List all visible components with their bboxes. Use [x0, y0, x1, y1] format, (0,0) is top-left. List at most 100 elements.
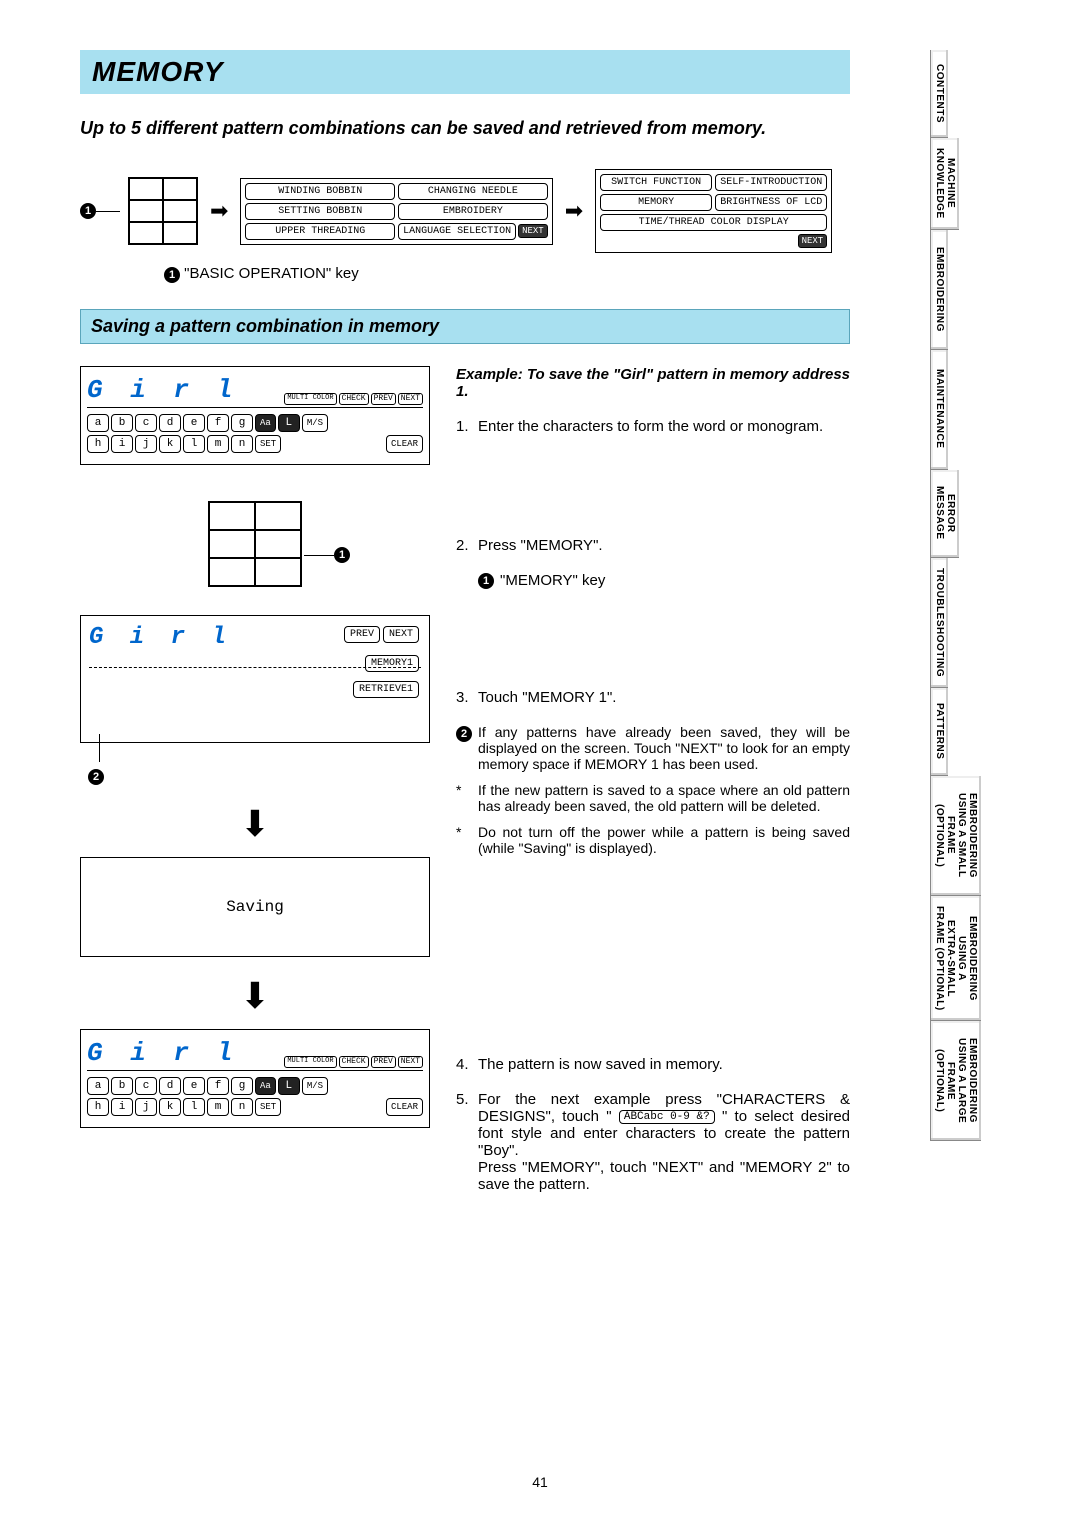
- key-n[interactable]: n: [231, 435, 253, 453]
- key-m[interactable]: m: [207, 1098, 229, 1116]
- prev-button[interactable]: PREV: [371, 1056, 396, 1068]
- prev-button[interactable]: PREV: [371, 393, 396, 405]
- tab-embroidering-small[interactable]: EMBROIDERING USING A SMALL FRAME (OPTION…: [930, 776, 981, 896]
- key-aa[interactable]: Aa: [255, 414, 276, 432]
- tab-patterns[interactable]: PATTERNS: [930, 688, 948, 776]
- next-button[interactable]: NEXT: [398, 1056, 423, 1068]
- tab-embroidering-xsmall[interactable]: EMBROIDERING USING A EXTRA-SMALL FRAME (…: [930, 896, 981, 1022]
- setting-bobbin-button[interactable]: SETTING BOBBIN: [245, 203, 395, 220]
- step-1: 1. Enter the characters to form the word…: [456, 418, 850, 435]
- note-saved-patterns: 2 If any patterns have already been save…: [456, 724, 850, 772]
- embroidery-button[interactable]: EMBROIDERY: [398, 203, 548, 220]
- key-i[interactable]: i: [111, 435, 133, 453]
- upper-threading-button[interactable]: UPPER THREADING: [245, 223, 395, 240]
- key-j[interactable]: j: [135, 1098, 157, 1116]
- step-text: Touch "MEMORY 1".: [478, 689, 850, 706]
- memory-key-area: 1: [80, 501, 430, 587]
- next-button[interactable]: NEXT: [383, 626, 419, 643]
- key-clear[interactable]: CLEAR: [386, 1098, 423, 1116]
- title-band: MEMORY: [80, 50, 850, 94]
- tab-maintenance[interactable]: MAINTENANCE: [930, 350, 948, 470]
- key-g[interactable]: g: [231, 1077, 253, 1095]
- tab-troubleshooting[interactable]: TROUBLESHOOTING: [930, 558, 948, 688]
- step-num: 2.: [456, 537, 478, 554]
- winding-bobbin-button[interactable]: WINDING BOBBIN: [245, 183, 395, 200]
- key-n[interactable]: n: [231, 1098, 253, 1116]
- tab-contents[interactable]: CONTENTS: [930, 50, 948, 138]
- key-j[interactable]: j: [135, 435, 157, 453]
- char-entry-screen-1: G i r l MULTI COLOR CHECK PREV NEXT a b …: [80, 366, 430, 465]
- retrieve1-button[interactable]: RETRIEVE1: [353, 681, 419, 698]
- key-size-ms[interactable]: M/S: [302, 1077, 328, 1095]
- key-h[interactable]: h: [87, 1098, 109, 1116]
- side-tabs: CONTENTS MACHINE KNOWLEDGE EMBROIDERING …: [930, 50, 1080, 1141]
- key-d[interactable]: d: [159, 414, 181, 432]
- basic-op-keygrid: [128, 177, 198, 245]
- tab-error-message[interactable]: ERROR MESSAGE: [930, 470, 959, 558]
- key-row-a: a b c d e f g Aa L M/S: [87, 1077, 423, 1095]
- brightness-button[interactable]: BRIGHTNESS OF LCD: [715, 194, 827, 211]
- key-aa[interactable]: Aa: [255, 1077, 276, 1095]
- key-l[interactable]: l: [183, 435, 205, 453]
- tab-embroidering[interactable]: EMBROIDERING: [930, 230, 948, 350]
- next-button-2[interactable]: NEXT: [798, 234, 828, 248]
- tab-machine-knowledge[interactable]: MACHINE KNOWLEDGE: [930, 138, 959, 230]
- key-b[interactable]: b: [111, 414, 133, 432]
- memory-button[interactable]: MEMORY: [600, 194, 712, 211]
- step-num: 4.: [456, 1056, 478, 1073]
- girl-pattern-text: G i r l: [87, 1038, 238, 1068]
- next-button[interactable]: NEXT: [398, 393, 423, 405]
- basic-operation-label: "BASIC OPERATION" key: [184, 265, 359, 282]
- multi-color-button[interactable]: MULTI COLOR: [284, 1056, 336, 1068]
- abc-font-button[interactable]: ABCabc 0-9 &?: [619, 1110, 715, 1124]
- key-e[interactable]: e: [183, 414, 205, 432]
- step-3: 3. Touch "MEMORY 1".: [456, 689, 850, 706]
- key-m[interactable]: m: [207, 435, 229, 453]
- key-c[interactable]: c: [135, 414, 157, 432]
- key-size-l[interactable]: L: [278, 414, 300, 432]
- arrow-right-icon: ➡: [210, 198, 228, 224]
- key-d[interactable]: d: [159, 1077, 181, 1095]
- time-thread-button[interactable]: TIME/THREAD COLOR DISPLAY: [600, 214, 827, 231]
- key-i[interactable]: i: [111, 1098, 133, 1116]
- key-k[interactable]: k: [159, 435, 181, 453]
- key-f[interactable]: f: [207, 414, 229, 432]
- note-power: * Do not turn off the power while a patt…: [456, 824, 850, 856]
- key-row-b: h i j k l m n SET CLEAR: [87, 435, 423, 453]
- self-introduction-button[interactable]: SELF-INTRODUCTION: [715, 174, 827, 191]
- key-h[interactable]: h: [87, 435, 109, 453]
- key-e[interactable]: e: [183, 1077, 205, 1095]
- key-k[interactable]: k: [159, 1098, 181, 1116]
- key-size-l[interactable]: L: [278, 1077, 300, 1095]
- callout-2-marker-wrap: 2: [88, 767, 430, 785]
- key-g[interactable]: g: [231, 414, 253, 432]
- callout-1-marker: 1: [164, 267, 180, 283]
- key-a[interactable]: a: [87, 1077, 109, 1095]
- prev-button[interactable]: PREV: [344, 626, 380, 643]
- changing-needle-button[interactable]: CHANGING NEEDLE: [398, 183, 548, 200]
- key-a[interactable]: a: [87, 414, 109, 432]
- key-set[interactable]: SET: [255, 435, 281, 453]
- key-b[interactable]: b: [111, 1077, 133, 1095]
- step-num: 5.: [456, 1091, 478, 1193]
- check-button[interactable]: CHECK: [339, 393, 369, 405]
- key-row-a: a b c d e f g Aa L M/S: [87, 414, 423, 432]
- multi-color-button[interactable]: MULTI COLOR: [284, 393, 336, 405]
- key-set[interactable]: SET: [255, 1098, 281, 1116]
- callout-1-marker: 1: [80, 203, 96, 219]
- memory1-button[interactable]: MEMORY1: [365, 655, 419, 672]
- key-l[interactable]: l: [183, 1098, 205, 1116]
- key-f[interactable]: f: [207, 1077, 229, 1095]
- right-column: Example: To save the "Girl" pattern in m…: [456, 366, 850, 1211]
- lcd-screen-1: WINDING BOBBIN CHANGING NEEDLE SETTING B…: [240, 178, 552, 245]
- language-selection-button[interactable]: LANGUAGE SELECTION: [398, 223, 516, 240]
- next-button-1[interactable]: NEXT: [518, 224, 548, 238]
- key-clear[interactable]: CLEAR: [386, 435, 423, 453]
- callout-2-marker: 2: [456, 726, 472, 742]
- key-size-ms[interactable]: M/S: [302, 414, 328, 432]
- switch-function-button[interactable]: SWITCH FUNCTION: [600, 174, 712, 191]
- key-c[interactable]: c: [135, 1077, 157, 1095]
- check-button[interactable]: CHECK: [339, 1056, 369, 1068]
- tab-embroidering-large[interactable]: EMBROIDERING USING A LARGE FRAME (OPTION…: [930, 1021, 981, 1141]
- screens-row: 1 ➡ WINDING BOBBIN CHANGING NEEDLE SETTI…: [80, 169, 1020, 253]
